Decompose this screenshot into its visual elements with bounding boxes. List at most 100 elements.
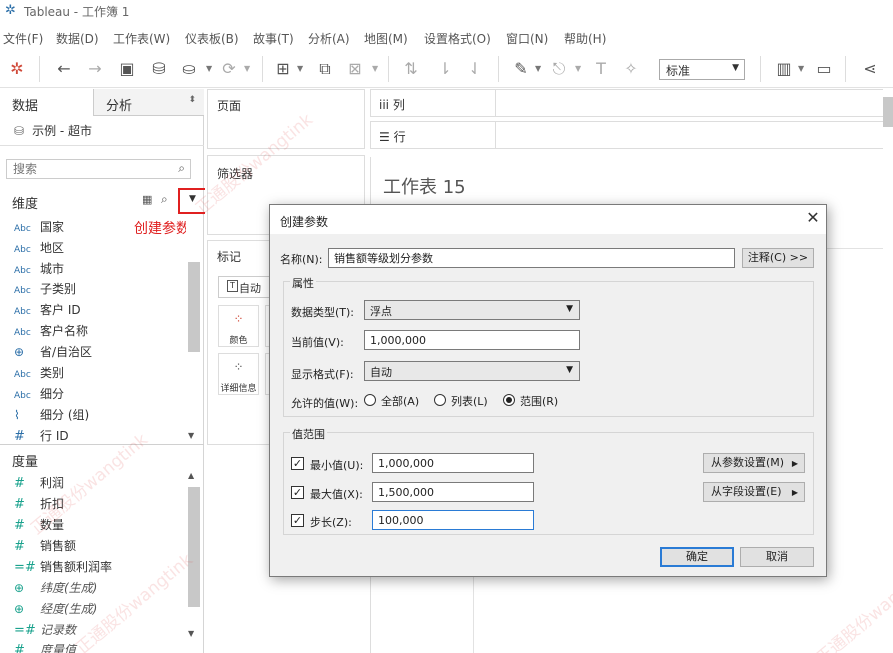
- radio-circle[interactable]: [364, 394, 376, 406]
- swap-rows-columns-icon[interactable]: ⇅: [400, 59, 422, 79]
- show-mark-labels-icon[interactable]: T: [590, 59, 612, 79]
- step-value-field[interactable]: [372, 510, 534, 530]
- dimension-field[interactable]: Abc 国家: [14, 218, 64, 238]
- display-format-select[interactable]: 自动 ▼: [364, 361, 580, 381]
- radio-circle-selected[interactable]: [503, 394, 515, 406]
- chevron-down-icon[interactable]: ▼: [297, 64, 303, 73]
- chevron-down-icon[interactable]: ▼: [575, 64, 581, 73]
- detail-button[interactable]: ⁘ 详细信息: [218, 353, 259, 395]
- max-checkbox[interactable]: ✓: [291, 486, 304, 499]
- data-type-select[interactable]: 浮点 ▼: [364, 300, 580, 320]
- rows-shelf[interactable]: ☰ 行: [370, 121, 893, 149]
- menu-window[interactable]: 窗口(N): [506, 30, 548, 47]
- menu-worksheet[interactable]: 工作表(W): [113, 30, 170, 47]
- measure-field[interactable]: # 度量值: [14, 641, 76, 653]
- chevron-down-icon[interactable]: ▼: [188, 431, 194, 440]
- step-checkbox[interactable]: ✓: [291, 514, 304, 527]
- max-value-input[interactable]: [373, 483, 533, 501]
- dimensions-menu-button[interactable]: ▼: [178, 188, 208, 214]
- search-input[interactable]: [7, 160, 167, 178]
- fix-axes-icon[interactable]: ✧: [620, 59, 642, 79]
- columns-shelf[interactable]: iii 列: [370, 89, 893, 117]
- measure-field[interactable]: # 折扣: [14, 495, 64, 515]
- show-me-icon[interactable]: ▥: [773, 59, 795, 79]
- view-data-icon[interactable]: ▦: [142, 193, 152, 206]
- menu-help[interactable]: 帮助(H): [564, 30, 606, 47]
- dimension-field[interactable]: ⌇ 细分 (组): [14, 406, 89, 426]
- color-button[interactable]: ⁘ 颜色: [218, 305, 259, 347]
- measure-field[interactable]: =# 记录数: [14, 621, 76, 641]
- tab-analysis[interactable]: 分析 ⬍: [94, 89, 204, 116]
- new-datasource-icon[interactable]: ⛁: [148, 59, 170, 79]
- chevron-down-icon[interactable]: ▼: [798, 64, 804, 73]
- tab-data[interactable]: 数据: [0, 89, 94, 116]
- menu-data[interactable]: 数据(D): [56, 30, 99, 47]
- sheet-title[interactable]: 工作表 15: [383, 173, 466, 199]
- menu-analysis[interactable]: 分析(A): [308, 30, 350, 47]
- step-value-input[interactable]: [373, 511, 533, 529]
- measure-field[interactable]: # 数量: [14, 516, 64, 536]
- pause-updates-icon[interactable]: ⛀: [178, 59, 200, 79]
- current-value-input[interactable]: [365, 331, 579, 349]
- min-value-input[interactable]: [373, 454, 533, 472]
- cancel-button[interactable]: 取消: [740, 547, 814, 567]
- measure-field[interactable]: # 利润: [14, 474, 64, 494]
- comment-button[interactable]: 注释(C) >>: [742, 248, 814, 268]
- scrollbar-thumb[interactable]: [188, 487, 200, 607]
- measure-field[interactable]: # 销售额: [14, 537, 76, 557]
- dimensions-scrollbar[interactable]: ▼: [186, 216, 200, 442]
- dimension-field[interactable]: Abc 类别: [14, 364, 64, 384]
- menu-map[interactable]: 地图(M): [364, 30, 408, 47]
- from-field-button[interactable]: 从字段设置(E) ▶: [703, 482, 805, 502]
- from-parameter-button[interactable]: 从参数设置(M) ▶: [703, 453, 805, 473]
- search-box[interactable]: ⌕: [6, 159, 191, 179]
- save-icon[interactable]: ▣: [116, 59, 138, 79]
- chevron-down-icon[interactable]: ▼: [188, 629, 194, 638]
- measures-scrollbar[interactable]: ▲ ▼: [186, 469, 200, 653]
- ok-button[interactable]: 确定: [660, 547, 734, 567]
- dimension-field[interactable]: Abc 客户 ID: [14, 301, 81, 321]
- datasource-item[interactable]: ⛁ 示例 - 超市: [14, 122, 92, 139]
- measure-field[interactable]: =# 销售额利润率: [14, 558, 112, 578]
- new-sheet-icon[interactable]: ⊞: [272, 59, 294, 79]
- chevron-down-icon[interactable]: ▼: [244, 64, 250, 73]
- redo-icon[interactable]: →: [84, 59, 106, 79]
- search-icon[interactable]: ⌕: [178, 161, 185, 176]
- name-input[interactable]: [329, 249, 734, 267]
- undo-icon[interactable]: ←: [53, 59, 75, 79]
- menu-format[interactable]: 设置格式(O): [424, 30, 491, 47]
- sort-ascending-icon[interactable]: ⇂: [434, 59, 456, 79]
- menu-dashboard[interactable]: 仪表板(B): [185, 30, 239, 47]
- chevron-up-icon[interactable]: ▲: [188, 471, 194, 480]
- clear-sheet-icon[interactable]: ⊠: [344, 59, 366, 79]
- up-down-arrows-icon[interactable]: ⬍: [188, 95, 196, 105]
- search-icon[interactable]: ⌕: [161, 192, 168, 207]
- name-field[interactable]: [328, 248, 735, 268]
- fit-select[interactable]: 标准 ▼: [659, 59, 745, 80]
- view-scrollbar[interactable]: [883, 89, 893, 653]
- measure-field[interactable]: ⊕ 经度(生成): [14, 600, 97, 620]
- max-value-field[interactable]: [372, 482, 534, 502]
- group-members-icon[interactable]: ⎋: [548, 59, 570, 79]
- current-value-field[interactable]: [364, 330, 580, 350]
- scrollbar-thumb[interactable]: [188, 262, 200, 352]
- dimension-field[interactable]: ⊕ 省/自治区: [14, 343, 92, 363]
- presentation-mode-icon[interactable]: ▭: [813, 59, 835, 79]
- pages-card[interactable]: 页面: [207, 89, 365, 149]
- scrollbar-thumb[interactable]: [883, 97, 893, 127]
- min-checkbox[interactable]: ✓: [291, 457, 304, 470]
- menu-story[interactable]: 故事(T): [253, 30, 294, 47]
- dimension-field[interactable]: Abc 城市: [14, 260, 64, 280]
- sort-descending-icon[interactable]: ⇃: [464, 59, 486, 79]
- close-icon[interactable]: ✕: [804, 209, 822, 227]
- chevron-down-icon[interactable]: ▼: [372, 64, 378, 73]
- dimension-field[interactable]: Abc 地区: [14, 239, 64, 259]
- refresh-icon[interactable]: ⟳: [218, 59, 240, 79]
- measure-field[interactable]: ⊕ 纬度(生成): [14, 579, 97, 599]
- highlight-icon[interactable]: ✎: [510, 59, 532, 79]
- dimension-field[interactable]: Abc 客户名称: [14, 322, 88, 342]
- share-icon[interactable]: ⋖: [859, 59, 881, 79]
- chevron-down-icon[interactable]: ▼: [206, 64, 212, 73]
- radio-circle[interactable]: [434, 394, 446, 406]
- dimension-field[interactable]: Abc 子类别: [14, 280, 76, 300]
